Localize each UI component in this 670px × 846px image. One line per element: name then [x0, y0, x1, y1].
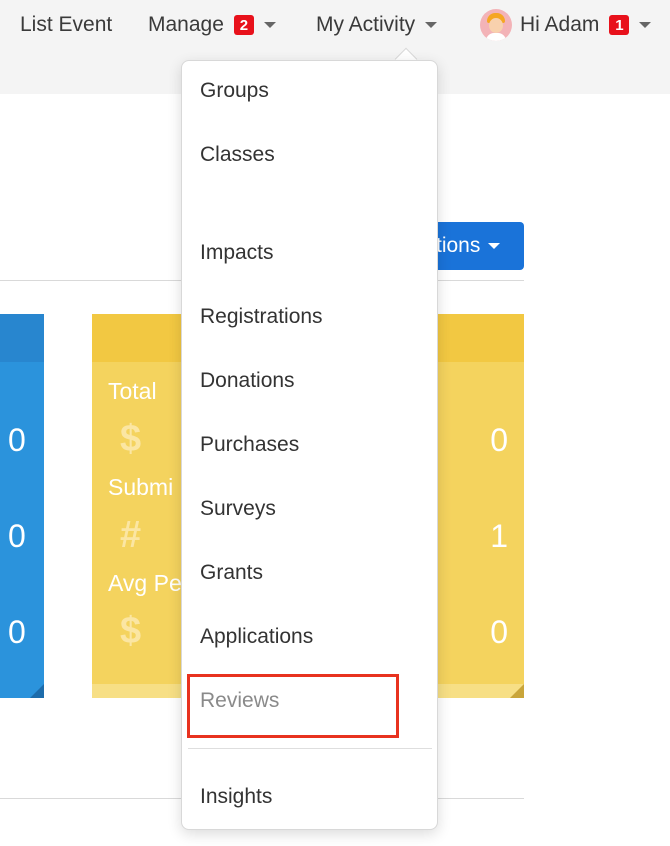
nav-my-activity-label: My Activity [316, 13, 416, 36]
stat-value: 0 [490, 614, 508, 650]
stat-value: 0 [8, 422, 26, 458]
chevron-down-icon [263, 22, 276, 28]
nav-list-event-label: List Event [20, 13, 113, 36]
card-header [0, 314, 44, 362]
chevron-down-icon [639, 22, 652, 28]
hash-icon: # [120, 514, 142, 556]
menu-item-registrations[interactable]: Registrations [200, 305, 323, 329]
menu-item-insights[interactable]: Insights [200, 785, 272, 809]
stat-value: 0 [8, 614, 26, 650]
chevron-down-icon [488, 243, 501, 249]
menu-item-groups[interactable]: Groups [200, 79, 269, 103]
menu-item-donations[interactable]: Donations [200, 369, 295, 393]
nav-my-activity[interactable]: My Activity [316, 10, 438, 40]
dollar-icon: $ [120, 418, 142, 460]
stat-label: Total [108, 378, 157, 404]
nav-manage[interactable]: Manage 2 [148, 10, 276, 40]
reviews-highlight-box [187, 674, 399, 738]
dollar-icon: $ [120, 610, 142, 652]
menu-item-classes[interactable]: Classes [200, 143, 275, 167]
stat-label: Avg Pe [108, 570, 182, 596]
nav-list-event[interactable]: List Event [20, 10, 112, 40]
chevron-down-icon [425, 22, 438, 28]
menu-item-grants[interactable]: Grants [200, 561, 263, 585]
nav-user-menu[interactable]: Hi Adam 1 [480, 9, 652, 41]
actions-button-label: tions [436, 234, 481, 257]
card-fold [30, 684, 44, 698]
user-notification-badge: 1 [609, 15, 630, 35]
stat-value: 0 [8, 518, 26, 554]
user-greeting: Hi Adam [520, 13, 600, 36]
stat-value: 1 [490, 518, 508, 554]
menu-item-surveys[interactable]: Surveys [200, 497, 276, 521]
stat-label: Submi [108, 474, 174, 500]
menu-divider [188, 748, 432, 749]
menu-item-impacts[interactable]: Impacts [200, 241, 274, 265]
menu-item-purchases[interactable]: Purchases [200, 433, 299, 457]
manage-notification-badge: 2 [233, 15, 254, 35]
stats-card-blue: 0 0 0 [0, 314, 44, 698]
menu-item-applications[interactable]: Applications [200, 625, 313, 649]
card-fold [510, 684, 524, 698]
stat-value: 0 [490, 422, 508, 458]
avatar [480, 9, 512, 41]
nav-manage-label: Manage [148, 13, 224, 36]
